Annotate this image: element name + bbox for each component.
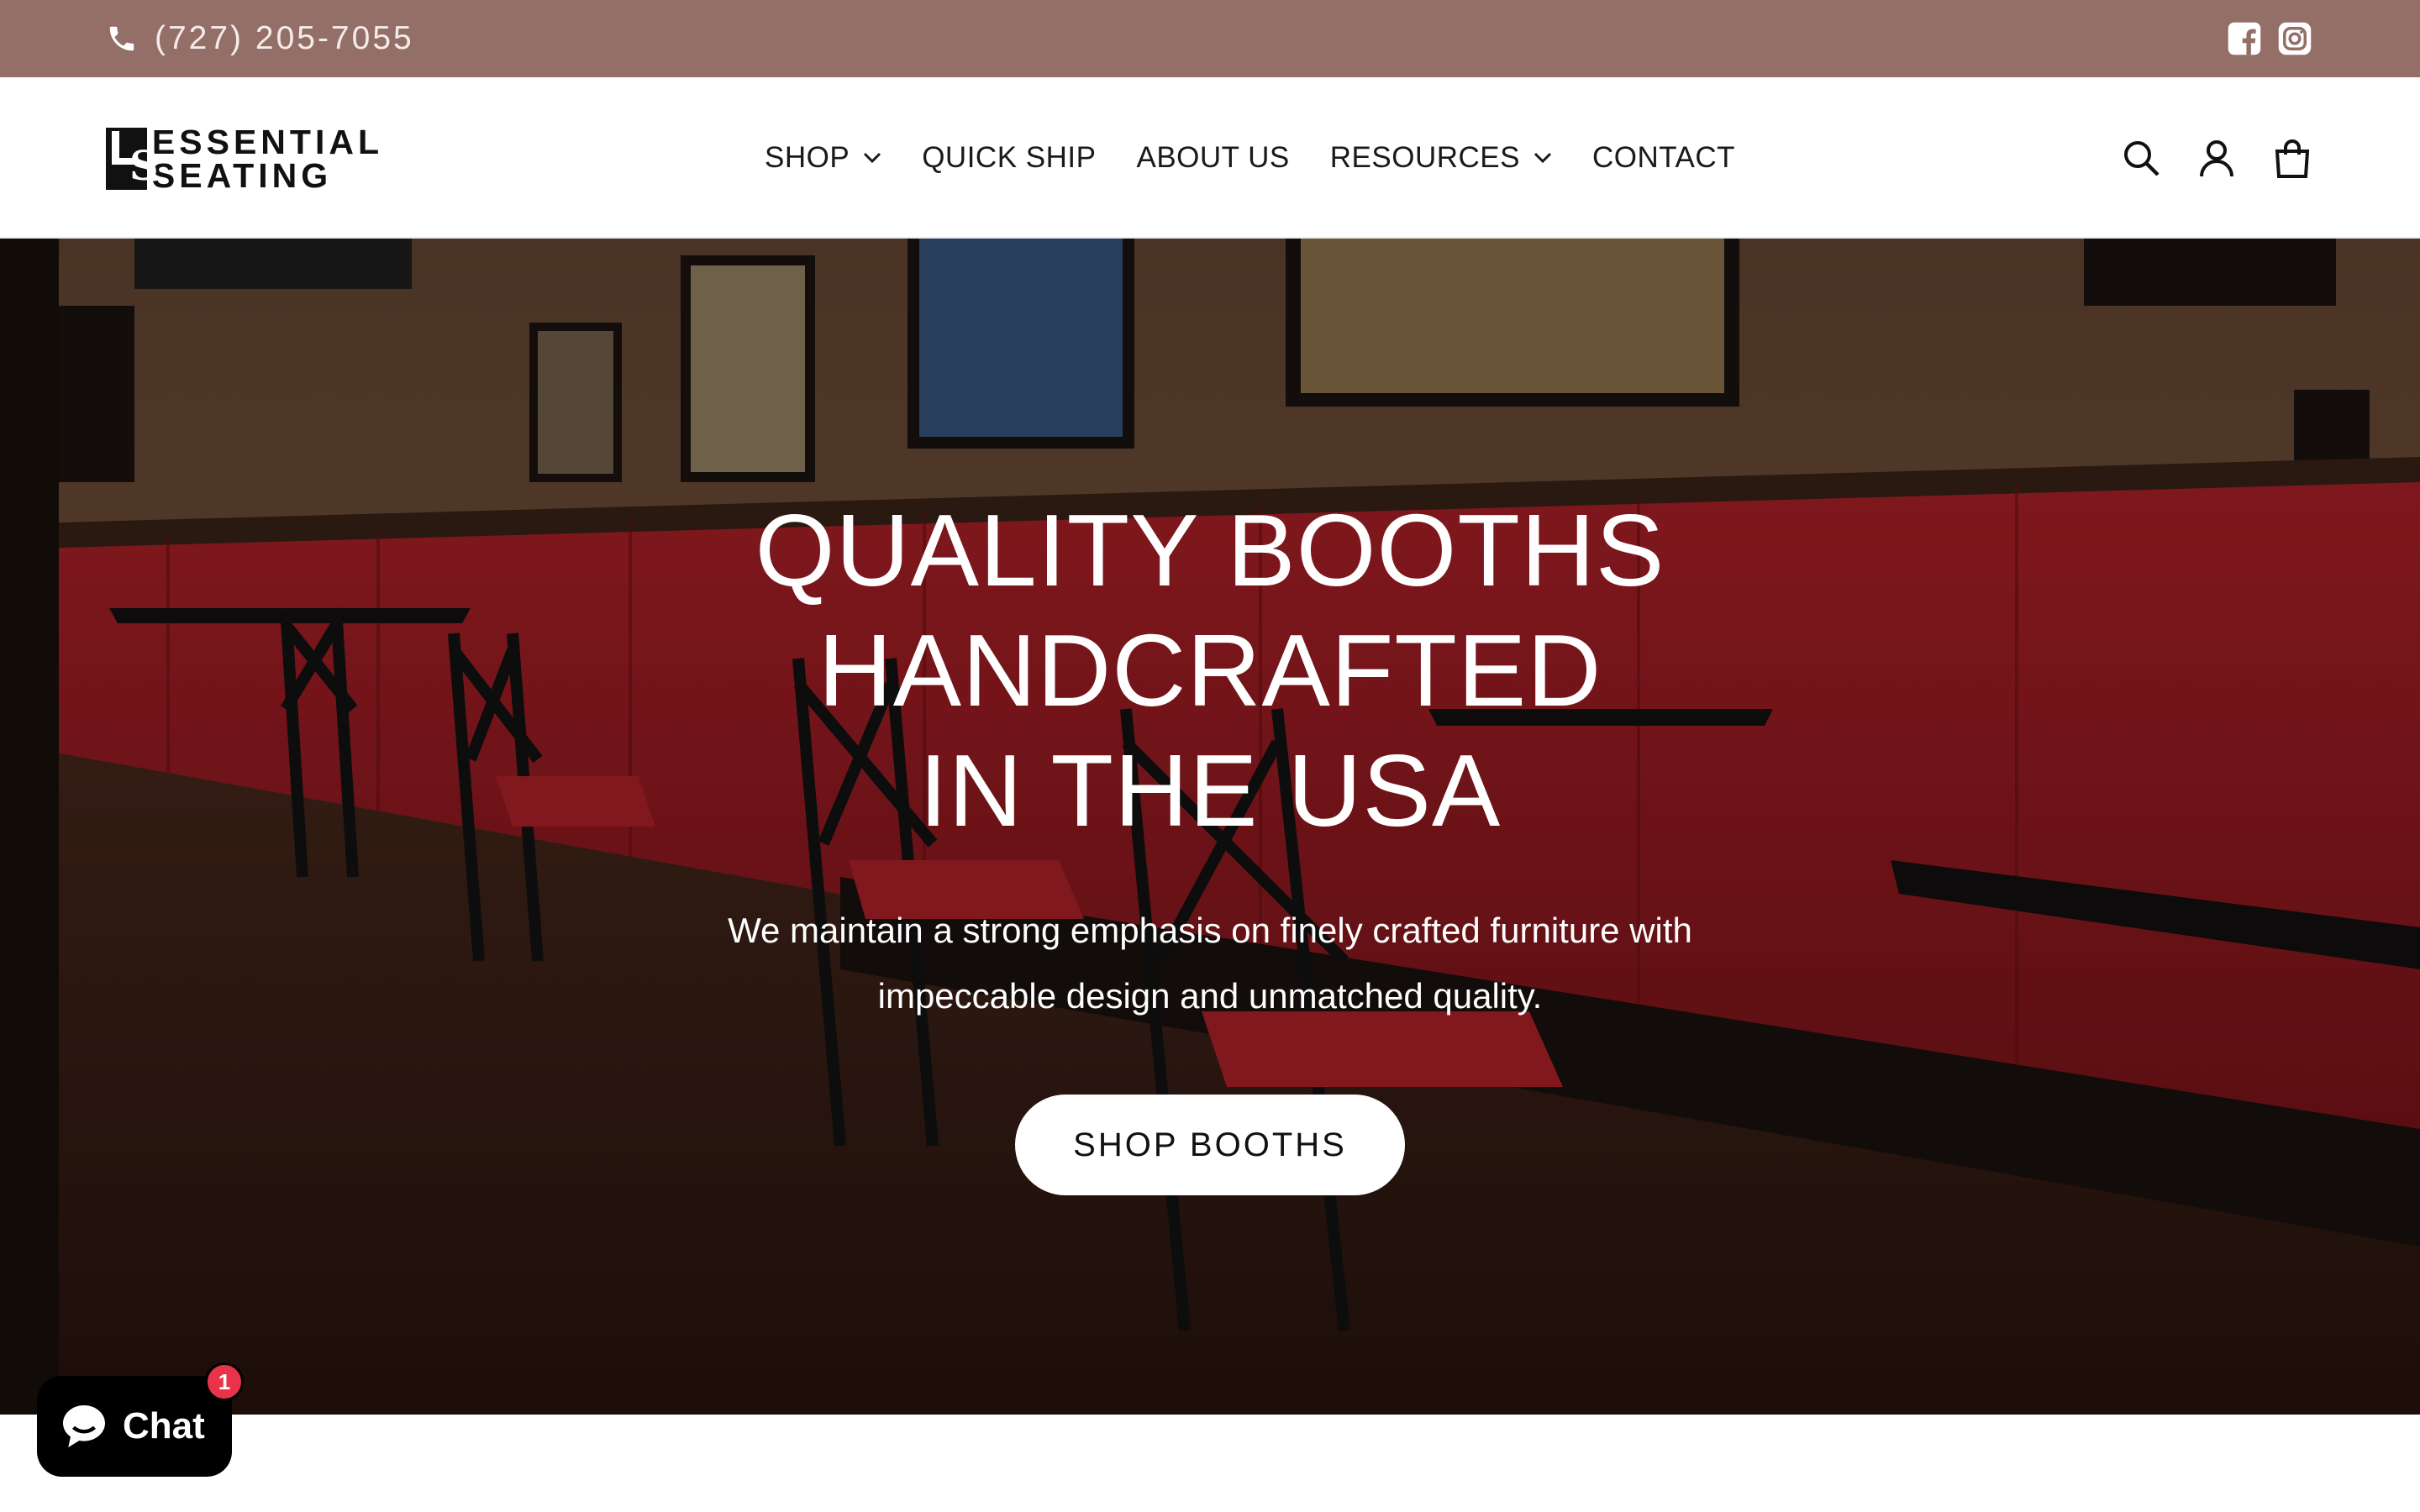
- phone-number[interactable]: (727) 205-7055: [155, 20, 414, 57]
- hero-title-line-1: QUALITY BOOTHS: [755, 493, 1665, 607]
- instagram-icon[interactable]: [2277, 21, 2312, 56]
- chat-bubble-icon: [63, 1405, 105, 1447]
- nav-shop[interactable]: SHOP: [765, 141, 881, 175]
- announcement-bar: (727) 205-7055: [0, 0, 2420, 77]
- hero-banner: QUALITY BOOTHS HANDCRAFTED IN THE USA We…: [0, 239, 2420, 1415]
- nav-resources-label: RESOURCES: [1329, 141, 1520, 174]
- nav-about-us[interactable]: ABOUT US: [1136, 141, 1289, 175]
- nav-quick-ship-label: QUICK SHIP: [922, 141, 1097, 174]
- nav-contact[interactable]: CONTACT: [1592, 141, 1735, 175]
- main-nav: SHOP QUICK SHIP ABOUT US RESOURCES CONTA…: [765, 77, 1735, 239]
- chevron-down-icon: [1534, 152, 1552, 164]
- page: (727) 205-7055 S ESSENTIAL SEATING SHOP: [0, 0, 2420, 1512]
- chevron-down-icon: [864, 152, 881, 164]
- nav-shop-label: SHOP: [765, 141, 850, 174]
- logo-line-2: SEATING: [151, 156, 333, 195]
- chat-notification-badge: 1: [205, 1362, 244, 1401]
- nav-about-us-label: ABOUT US: [1136, 141, 1290, 174]
- hero-content: QUALITY BOOTHS HANDCRAFTED IN THE USA We…: [0, 239, 2420, 1415]
- chat-label: Chat: [123, 1405, 205, 1446]
- header-actions: [2121, 77, 2312, 239]
- account-icon[interactable]: [2196, 137, 2237, 179]
- hero-title-line-3: IN THE USA: [918, 733, 1502, 848]
- social-links: [2227, 0, 2312, 77]
- shop-booths-button[interactable]: SHOP BOOTHS: [1015, 1095, 1405, 1195]
- facebook-icon[interactable]: [2227, 21, 2262, 56]
- chat-widget-button[interactable]: Chat: [37, 1376, 232, 1477]
- logo[interactable]: S ESSENTIAL SEATING: [106, 123, 383, 195]
- hero-subtitle: We maintain a strong emphasis on finely …: [728, 911, 1692, 1016]
- cart-icon[interactable]: [2272, 137, 2312, 179]
- hero-title-line-2: HANDCRAFTED: [818, 613, 1602, 727]
- hero-title: QUALITY BOOTHS HANDCRAFTED IN THE USA: [755, 491, 1665, 851]
- nav-quick-ship[interactable]: QUICK SHIP: [922, 141, 1096, 175]
- logo-wordmark: ESSENTIAL SEATING: [151, 123, 383, 195]
- nav-contact-label: CONTACT: [1591, 141, 1736, 174]
- phone-link[interactable]: (727) 205-7055: [106, 0, 414, 77]
- logo-monogram: S: [106, 128, 159, 190]
- logo-line-1: ESSENTIAL: [151, 123, 383, 161]
- phone-icon: [109, 26, 134, 51]
- site-header: S ESSENTIAL SEATING SHOP QUICK SHIP ABOU…: [0, 77, 2420, 239]
- nav-resources[interactable]: RESOURCES: [1330, 141, 1552, 175]
- search-icon[interactable]: [2121, 137, 2161, 179]
